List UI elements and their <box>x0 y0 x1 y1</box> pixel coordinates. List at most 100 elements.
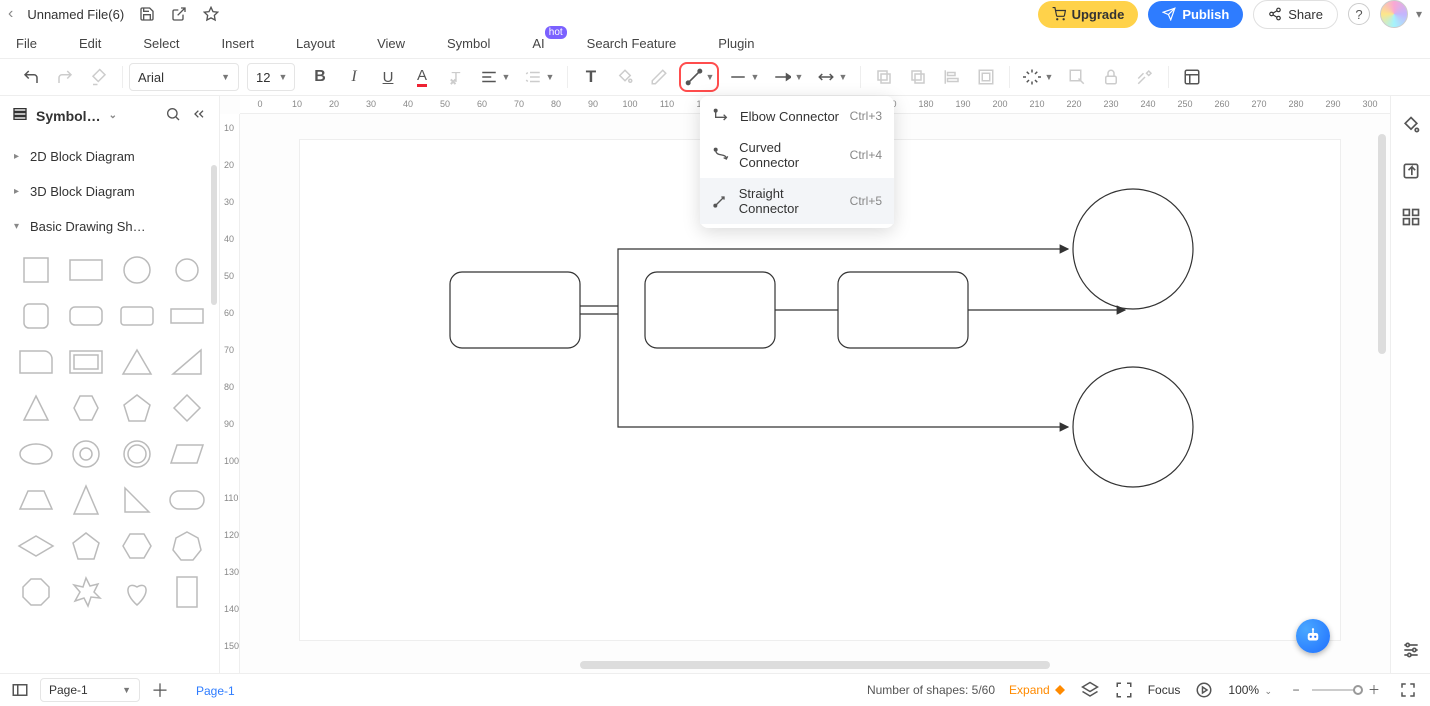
shape-right-triangle[interactable] <box>115 480 159 520</box>
shape-circle[interactable] <box>115 250 159 290</box>
italic-button[interactable]: I <box>337 60 371 94</box>
canvas-shape-circle-top[interactable] <box>1073 189 1193 309</box>
shape-heptagon[interactable] <box>165 526 209 566</box>
canvas-shape-circle-bottom[interactable] <box>1073 367 1193 487</box>
shape-pill[interactable] <box>165 480 209 520</box>
menu-symbol[interactable]: Symbol <box>447 36 490 51</box>
page-select[interactable]: Page-1▼ <box>40 678 140 702</box>
line-style-button[interactable]: ▼ <box>722 60 766 94</box>
zoom-value[interactable]: 100% ⌄ <box>1228 683 1272 697</box>
send-backward-button[interactable] <box>901 60 935 94</box>
apps-button[interactable] <box>1398 204 1424 230</box>
shape-document[interactable] <box>165 572 209 612</box>
menu-file[interactable]: File <box>16 36 37 51</box>
share-button[interactable]: Share <box>1253 0 1338 29</box>
canvas-v-scrollbar[interactable] <box>1378 134 1386 354</box>
effects-button[interactable]: ▼ <box>1016 60 1060 94</box>
clear-format-button[interactable]: T✖ <box>439 60 473 94</box>
font-select[interactable]: Arial▼ <box>129 63 239 91</box>
shape-frame[interactable] <box>64 342 108 382</box>
canvas-shape-rect2[interactable] <box>645 272 775 348</box>
focus-label[interactable]: Focus <box>1148 683 1181 697</box>
export-button[interactable] <box>1398 158 1424 184</box>
page-tab-1[interactable]: Page-1 <box>180 674 251 706</box>
add-page-button[interactable]: ＋ <box>150 680 170 700</box>
zoom-out-button[interactable]: − <box>1286 680 1306 700</box>
menu-edit[interactable]: Edit <box>79 36 101 51</box>
panel-scrollbar[interactable] <box>211 165 217 305</box>
star-icon[interactable] <box>202 5 220 23</box>
shape-burst[interactable] <box>64 572 108 612</box>
arrow-style-button[interactable]: ▼ <box>766 60 810 94</box>
publish-button[interactable]: Publish <box>1148 1 1243 28</box>
shape-hexagon[interactable] <box>64 388 108 428</box>
shape-rounded-square[interactable] <box>14 296 58 336</box>
shape-rounded-single[interactable] <box>14 342 58 382</box>
menu-search-feature[interactable]: Search Feature <box>587 36 677 51</box>
shape-pentagon[interactable] <box>115 388 159 428</box>
dropdown-item-straight[interactable]: Straight Connector Ctrl+5 <box>700 178 894 224</box>
view-settings-button[interactable] <box>1398 637 1424 663</box>
dropdown-item-curved[interactable]: Curved Connector Ctrl+4 <box>700 132 894 178</box>
dropdown-item-elbow[interactable]: Elbow Connector Ctrl+3 <box>700 100 894 132</box>
align-objects-button[interactable] <box>935 60 969 94</box>
lock-button[interactable] <box>1094 60 1128 94</box>
layers-button[interactable] <box>1080 680 1100 700</box>
line-spacing-button[interactable]: ▼ <box>517 60 561 94</box>
search-icon[interactable] <box>165 106 181 125</box>
avatar[interactable] <box>1380 0 1408 28</box>
arrow-both-button[interactable]: ▼ <box>810 60 854 94</box>
back-button[interactable]: ‹ <box>8 5 13 23</box>
tools-button[interactable] <box>1128 60 1162 94</box>
assistant-button[interactable] <box>1296 619 1330 653</box>
shape-triangle-tall[interactable] <box>64 480 108 520</box>
canvas-shape-rect3[interactable] <box>838 272 968 348</box>
shape-parallelogram[interactable] <box>165 434 209 474</box>
library-button[interactable] <box>1175 60 1209 94</box>
shape-rounded-rect[interactable] <box>64 296 108 336</box>
align-button[interactable]: ▼ <box>473 60 517 94</box>
upgrade-button[interactable]: Upgrade <box>1038 1 1139 28</box>
shape-octagon[interactable] <box>14 572 58 612</box>
bring-forward-button[interactable] <box>867 60 901 94</box>
shape-trapezoid[interactable] <box>14 480 58 520</box>
fill-color-button[interactable] <box>608 60 642 94</box>
shape-circle-small[interactable] <box>165 250 209 290</box>
shape-square[interactable] <box>14 250 58 290</box>
theme-button[interactable] <box>1398 112 1424 138</box>
category-3d-block[interactable]: ▸3D Block Diagram <box>0 174 219 209</box>
canvas-h-scrollbar[interactable] <box>580 661 1050 669</box>
shape-rectangle[interactable] <box>64 250 108 290</box>
zoom-slider-thumb[interactable] <box>1353 685 1363 695</box>
zoom-in-button[interactable]: ＋ <box>1364 680 1384 700</box>
shape-hexagon2[interactable] <box>115 526 159 566</box>
category-2d-block[interactable]: ▸2D Block Diagram <box>0 139 219 174</box>
fullscreen-button[interactable] <box>1398 680 1418 700</box>
open-external-icon[interactable] <box>170 5 188 23</box>
font-size-select[interactable]: 12▼ <box>247 63 295 91</box>
shape-triangle-iso[interactable] <box>14 388 58 428</box>
shape-rect-thin[interactable] <box>165 296 209 336</box>
text-tool-button[interactable]: T <box>574 60 608 94</box>
shape-rounded-rect2[interactable] <box>115 296 159 336</box>
shape-pentagon2[interactable] <box>64 526 108 566</box>
connector-type-button[interactable]: ▼ <box>679 62 719 92</box>
panel-title-caret[interactable]: ⌄ <box>109 110 117 121</box>
font-color-button[interactable]: A <box>405 60 439 94</box>
menu-select[interactable]: Select <box>143 36 179 51</box>
zoom-slider[interactable] <box>1312 689 1358 691</box>
save-icon[interactable] <box>138 5 156 23</box>
pencil-button[interactable] <box>642 60 676 94</box>
format-painter-button[interactable] <box>82 60 116 94</box>
underline-button[interactable]: U <box>371 60 405 94</box>
shape-diamond[interactable] <box>165 388 209 428</box>
presentation-button[interactable] <box>1194 680 1214 700</box>
category-basic-shapes[interactable]: ▾Basic Drawing Sh… <box>0 209 219 244</box>
avatar-caret-icon[interactable]: ▾ <box>1416 7 1422 21</box>
menu-view[interactable]: View <box>377 36 405 51</box>
shape-diamond-wide[interactable] <box>14 526 58 566</box>
menu-layout[interactable]: Layout <box>296 36 335 51</box>
shape-heart[interactable] <box>115 572 159 612</box>
bold-button[interactable]: B <box>303 60 337 94</box>
fit-screen-button[interactable] <box>1114 680 1134 700</box>
